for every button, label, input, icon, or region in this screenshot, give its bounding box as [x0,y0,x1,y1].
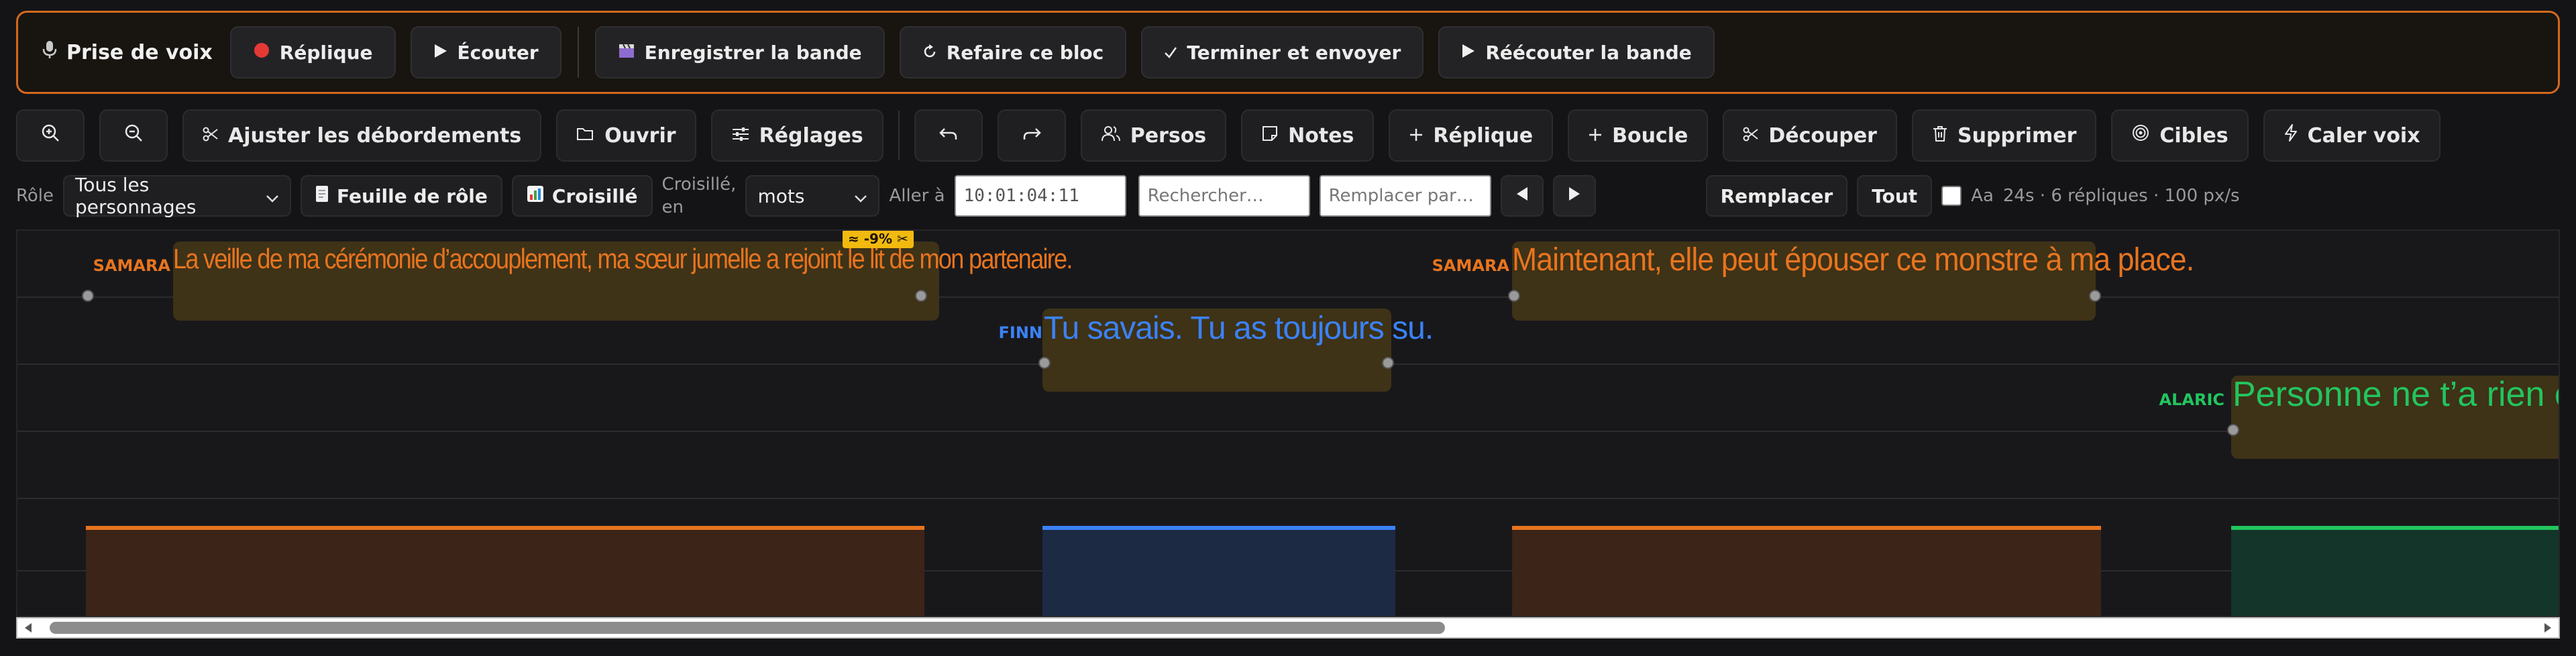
waveform-block-finn [1042,526,1395,616]
cue-start-handle[interactable] [1038,357,1051,369]
replay-tape-button[interactable]: Réécouter la bande [1438,26,1715,78]
cue-end-handle[interactable] [2089,290,2101,302]
divider [577,27,579,78]
undo-button[interactable] [914,109,983,162]
waveform-block-samara [1512,526,2101,616]
zoom-in-button[interactable] [16,109,85,162]
record-dot-icon [253,42,270,64]
recording-title: Prise de voix [41,40,213,65]
delete-button[interactable]: Supprimer [1911,109,2097,162]
divider [898,111,900,160]
play-icon [433,42,448,64]
search-input[interactable]: Rechercher… [1138,175,1310,217]
redo-circle-icon [922,42,937,64]
sync-voice-button[interactable]: Caler voix [2263,109,2440,162]
scroll-right-icon[interactable] [2537,618,2559,637]
check-icon [1164,42,1177,64]
trash-icon [1932,124,1948,148]
role-select[interactable]: Tous les personnages [63,174,292,218]
lightning-icon [2284,123,2298,148]
cue-character-label: ALARIC [2159,390,2224,409]
cue-end-handle[interactable] [1382,357,1394,369]
cue-text[interactable]: Personne ne t’a rien c [2233,374,2559,415]
match-case-checkbox[interactable] [1941,186,1962,206]
triangle-right-icon [1568,186,1581,207]
open-button[interactable]: Ouvrir [556,109,696,162]
replace-button[interactable]: Remplacer [1705,175,1848,217]
finish-and-send-button[interactable]: Terminer et envoyer [1141,26,1424,78]
voice-recording-bar: Prise de voix Réplique Écouter Enregistr… [16,11,2560,94]
note-icon [1261,124,1279,148]
chevron-down-icon [266,185,279,207]
cue-end-handle[interactable] [915,290,927,302]
overflow-badge: ≈ -9% ✂ [843,231,914,248]
timeline-horizontal-scrollbar[interactable] [16,617,2560,639]
zoom-out-button[interactable] [99,109,168,162]
scrollbar-thumb[interactable] [50,622,1445,634]
zoom-out-icon [123,123,144,148]
cue-text[interactable]: La veille de ma cérémonie d’accouplement… [173,243,1073,275]
timeline-status: 24s · 6 répliques · 100 px/s [2002,186,2240,206]
redo-block-button[interactable]: Refaire ce bloc [899,26,1127,78]
replace-input[interactable]: Remplacer par… [1319,175,1491,217]
redo-button[interactable] [997,109,1066,162]
sliders-icon [731,124,750,148]
cue-text[interactable]: Maintenant, elle peut épouser ce monstre… [1512,241,2194,278]
cue-start-handle[interactable] [1508,290,1520,302]
play-icon [1461,42,1476,64]
target-icon [2131,123,2150,148]
redo-icon [1022,124,1041,148]
scissors-icon [1743,124,1759,148]
subtitle-timeline[interactable]: SAMARA La veille de ma cérémonie d’accou… [16,229,2560,617]
cue-start-handle[interactable] [82,290,94,302]
chevron-down-icon [854,185,867,207]
characters-button[interactable]: Persos [1080,109,1227,162]
replace-all-button[interactable]: Tout [1857,175,1933,217]
editor-toolbar: Ajuster les débordements Ouvrir Réglages… [16,109,2560,162]
next-match-button[interactable] [1552,175,1596,217]
role-label: Rôle [16,186,54,206]
bar-chart-icon [527,185,544,207]
document-icon [315,185,329,207]
lane-divider [17,431,2559,432]
scissors-icon [203,124,219,148]
cue-character-label: SAMARA [1432,256,1509,275]
scroll-left-icon[interactable] [17,618,39,637]
lane-divider [17,498,2559,499]
goto-label: Aller à [889,186,945,206]
previous-match-button[interactable] [1500,175,1544,217]
targets-button[interactable]: Cibles [2111,109,2249,162]
users-icon [1101,124,1121,148]
record-tape-button[interactable]: Enregistrer la bande [594,26,885,78]
waveform-block-alaric [2231,526,2559,616]
undo-icon [938,124,958,148]
goto-timecode-input[interactable]: 10:01:04:11 [954,175,1126,217]
match-case-label: Aa [1971,186,1994,206]
zoom-in-icon [40,123,60,148]
cue-start-handle[interactable] [2227,424,2239,436]
role-sheet-button[interactable]: Feuille de rôle [301,175,502,217]
filter-row: Rôle Tous les personnages Feuille de rôl… [16,172,2560,220]
add-line-button[interactable]: Réplique [1389,109,1554,162]
cue-character-label: SAMARA [93,256,170,275]
listen-button[interactable]: Écouter [410,26,561,78]
waveform-block-samara [86,526,924,616]
plus-icon [1588,124,1603,148]
add-loop-button[interactable]: Boucle [1568,109,1709,162]
cut-button[interactable]: Découper [1723,109,1897,162]
clapperboard-icon [618,42,635,64]
cue-text[interactable]: Tu savais. Tu as toujours su. [1044,310,1434,347]
crossfade-button[interactable]: Croisillé [511,175,653,217]
record-line-button[interactable]: Réplique [229,26,396,78]
fit-overflow-button[interactable]: Ajuster les débordements [182,109,542,162]
settings-button[interactable]: Réglages [710,109,883,162]
unit-select[interactable]: mots [745,175,880,217]
folder-open-icon [576,124,595,148]
cue-character-label: FINN [998,323,1043,342]
plus-icon [1409,124,1424,148]
microphone-icon [41,40,58,65]
notes-button[interactable]: Notes [1241,109,1375,162]
crossfade-unit-label: Croisillé, en [661,174,737,217]
triangle-left-icon [1515,186,1529,207]
